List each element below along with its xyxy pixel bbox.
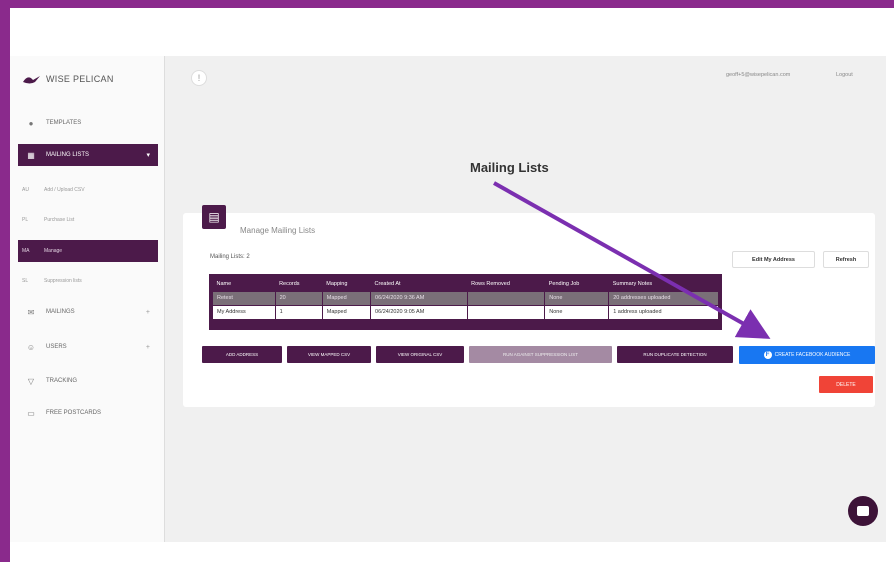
table-cell bbox=[466, 290, 546, 306]
col-header[interactable]: Pending Job bbox=[545, 277, 609, 291]
sidebar-subitem-add-upload[interactable]: AU Add / Upload CSV bbox=[18, 180, 158, 200]
users-icon: ☺ bbox=[26, 342, 36, 352]
refresh-button[interactable]: Refresh bbox=[823, 251, 869, 268]
subitem-label: Suppression lists bbox=[44, 278, 82, 284]
edit-address-button[interactable]: Edit My Address bbox=[732, 251, 815, 268]
user-email: geoff+5@wisepelican.com bbox=[726, 72, 791, 78]
table-cell: 1 bbox=[274, 304, 323, 320]
sidebar-item-tracking[interactable]: ▽ TRACKING bbox=[18, 370, 158, 392]
filter-icon: ▽ bbox=[27, 376, 35, 386]
palette-icon: ● bbox=[28, 118, 34, 128]
sidebar-item-mailings[interactable]: ✉ MAILINGS + bbox=[18, 301, 158, 323]
subitem-abbr: AU bbox=[22, 187, 29, 193]
sidebar-item-label: MAILING LISTS bbox=[46, 152, 90, 158]
table-cell: Mapped bbox=[321, 304, 372, 320]
table-cell: None bbox=[544, 290, 610, 306]
facebook-icon: f bbox=[763, 351, 772, 359]
subitem-abbr: PL bbox=[22, 217, 29, 223]
delete-button[interactable]: DELETE bbox=[819, 376, 873, 393]
table-cell: 06/24/2020 9:05 AM bbox=[370, 304, 468, 320]
sidebar-item-free-postcards[interactable]: ▭ FREE POSTCARDS bbox=[18, 402, 158, 424]
table-header-row: Name Records Mapping Created At Rows Rem… bbox=[213, 277, 719, 291]
brand-logo[interactable]: WISE PELICAN bbox=[22, 72, 114, 86]
create-facebook-audience-button[interactable]: f CREATE FACEBOOK AUDIENCE bbox=[739, 346, 875, 364]
sidebar-item-label: FREE POSTCARDS bbox=[46, 410, 102, 416]
table-cell: 1 address uploaded bbox=[608, 304, 719, 320]
subitem-label: Manage bbox=[44, 248, 63, 254]
col-header[interactable]: Mapping bbox=[322, 277, 370, 291]
sidebar-item-templates[interactable]: ● TEMPLATES bbox=[18, 112, 158, 134]
pelican-logo-icon bbox=[23, 76, 40, 84]
sidebar-subitem-manage[interactable]: MA Manage bbox=[18, 240, 158, 262]
envelope-icon: ✉ bbox=[27, 307, 35, 317]
sidebar-item-label: USERS bbox=[46, 344, 67, 350]
run-duplicate-detection-button[interactable]: RUN DUPLICATE DETECTION bbox=[617, 346, 733, 363]
subitem-abbr: SL bbox=[22, 278, 29, 284]
subitem-abbr: MA bbox=[22, 248, 30, 254]
run-suppression-button[interactable]: RUN AGAINST SUPPRESSION LIST bbox=[469, 346, 612, 363]
list-count: Mailing Lists: 2 bbox=[210, 254, 250, 260]
table-cell: Mapped bbox=[321, 290, 372, 306]
chevron-down-icon: ▾ bbox=[146, 152, 150, 159]
sidebar: WISE PELICAN ● TEMPLATES ▦ MAILING LISTS… bbox=[10, 56, 165, 542]
notification-badge[interactable]: ! bbox=[191, 70, 207, 86]
brand-name: WISE PELICAN bbox=[46, 74, 114, 84]
facebook-button-label: CREATE FACEBOOK AUDIENCE bbox=[774, 352, 851, 358]
table-cell: 06/24/2020 9:36 AM bbox=[370, 290, 468, 306]
table-cell: My Address bbox=[212, 304, 276, 320]
col-header[interactable]: Name bbox=[213, 277, 276, 291]
col-header[interactable]: Created At bbox=[371, 277, 468, 291]
grid-icon: ▦ bbox=[27, 150, 35, 160]
card-icon: ▭ bbox=[27, 408, 35, 418]
table-cell: Retest bbox=[212, 290, 276, 306]
chat-launcher[interactable] bbox=[848, 496, 878, 526]
plus-icon: + bbox=[145, 343, 150, 351]
table-row[interactable]: Retest 20 Mapped 06/24/2020 9:36 AM None… bbox=[212, 290, 719, 306]
manage-lists-card: ▤ Manage Mailing Lists Mailing Lists: 2 … bbox=[183, 205, 875, 407]
col-header[interactable]: Summary Notes bbox=[609, 277, 719, 291]
table-row[interactable]: My Address 1 Mapped 06/24/2020 9:05 AM N… bbox=[212, 304, 719, 320]
sidebar-item-mailing-lists[interactable]: ▦ MAILING LISTS ▾ bbox=[18, 144, 158, 166]
table-cell: 20 addresses uploaded bbox=[608, 290, 719, 306]
view-original-csv-button[interactable]: VIEW ORIGINAL CSV bbox=[376, 346, 464, 363]
sidebar-item-label: TEMPLATES bbox=[46, 120, 82, 126]
table-cell bbox=[466, 304, 546, 320]
add-address-button[interactable]: ADD ADDRESS bbox=[202, 346, 282, 363]
sidebar-item-users[interactable]: ☺ USERS + bbox=[18, 336, 158, 358]
col-header[interactable]: Rows Removed bbox=[467, 277, 545, 291]
mailing-lists-table: Name Records Mapping Created At Rows Rem… bbox=[209, 274, 722, 330]
page-title: Mailing Lists bbox=[470, 160, 549, 175]
table-cell: 20 bbox=[274, 290, 323, 306]
list-icon: ▤ bbox=[202, 205, 226, 229]
sidebar-subitem-suppression[interactable]: SL Suppression lists bbox=[18, 271, 158, 291]
plus-icon: + bbox=[145, 308, 150, 316]
subitem-label: Purchase List bbox=[44, 217, 75, 223]
chat-bubble-icon bbox=[857, 506, 869, 516]
app-window: WISE PELICAN ● TEMPLATES ▦ MAILING LISTS… bbox=[10, 56, 886, 542]
view-mapped-csv-button[interactable]: VIEW MAPPED CSV bbox=[287, 346, 371, 363]
card-title: Manage Mailing Lists bbox=[240, 226, 316, 235]
sidebar-item-label: MAILINGS bbox=[46, 309, 75, 315]
sidebar-subitem-purchase-list[interactable]: PL Purchase List bbox=[18, 210, 158, 230]
table-cell: None bbox=[544, 304, 610, 320]
logout-link[interactable]: Logout bbox=[836, 72, 853, 78]
sidebar-item-label: TRACKING bbox=[46, 378, 78, 384]
col-header[interactable]: Records bbox=[275, 277, 322, 291]
subitem-label: Add / Upload CSV bbox=[44, 187, 85, 193]
